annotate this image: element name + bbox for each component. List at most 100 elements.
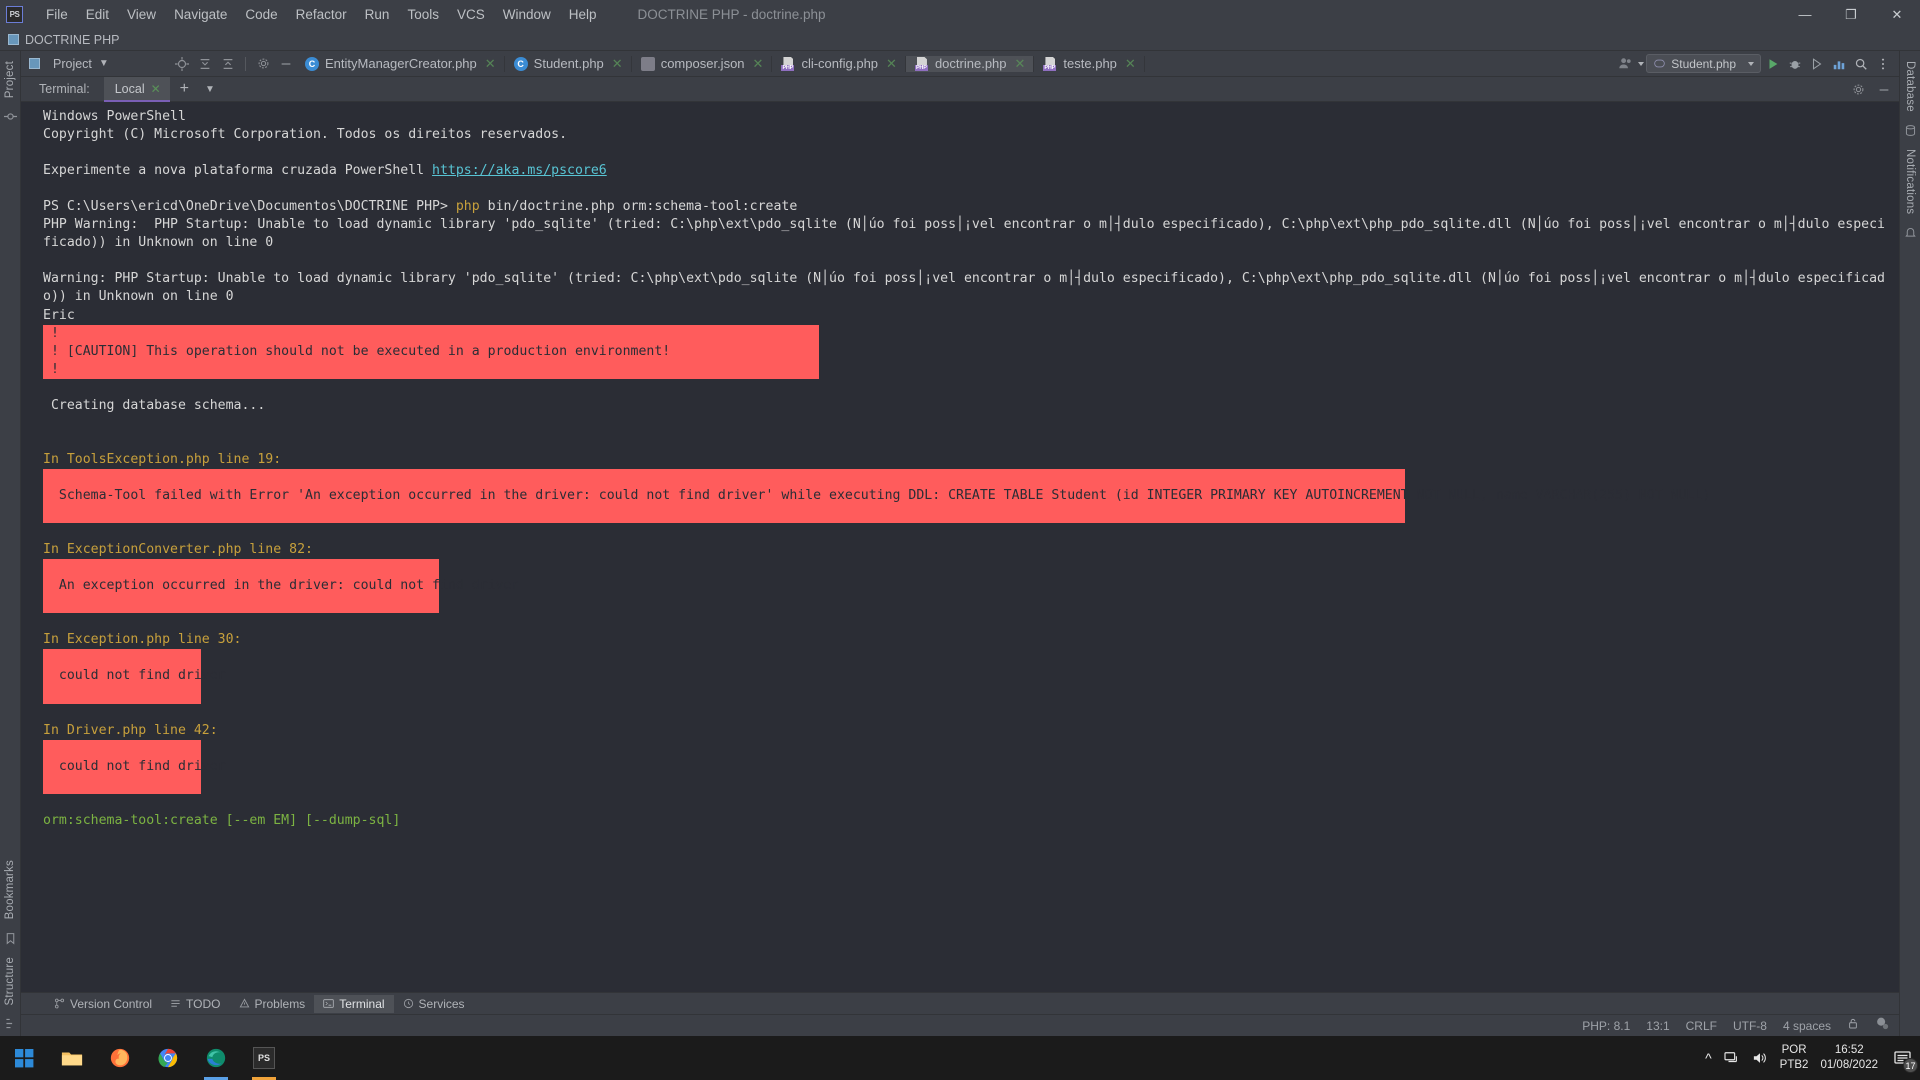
menu-item-window[interactable]: Window	[494, 4, 560, 25]
menu-item-vcs[interactable]: VCS	[448, 4, 494, 25]
menu-item-edit[interactable]: Edit	[77, 4, 118, 25]
editor-tab-strip: C EntityManagerCreator.php ✕ C Student.php ✕ c…	[296, 55, 1614, 72]
structure-icon[interactable]	[4, 1017, 17, 1030]
close-icon[interactable]: ✕	[886, 56, 897, 72]
sidebar-item-project[interactable]: Project	[2, 55, 18, 104]
hide-panel-icon[interactable]	[1875, 81, 1893, 99]
run-button[interactable]	[1763, 54, 1783, 74]
edge-icon[interactable]	[192, 1036, 240, 1080]
terminal-text: o)) in Unknown on line 0	[43, 289, 234, 305]
database-icon[interactable]	[1904, 124, 1917, 137]
close-icon[interactable]: ✕	[753, 56, 764, 72]
commit-icon[interactable]	[3, 110, 17, 123]
phpstorm-icon[interactable]: PS	[240, 1036, 288, 1080]
project-panel-label[interactable]: Project	[53, 57, 92, 71]
terminal-error-highlight	[43, 649, 202, 668]
tool-window-tab-terminal[interactable]: Terminal	[314, 994, 394, 1013]
tool-window-tab-todo[interactable]: TODO	[161, 995, 229, 1013]
account-chevron-icon[interactable]	[1638, 61, 1645, 66]
close-icon[interactable]: ✕	[1125, 56, 1136, 72]
profile-button[interactable]	[1829, 54, 1849, 74]
menu-item-code[interactable]: Code	[236, 4, 286, 25]
debug-button[interactable]	[1785, 54, 1805, 74]
close-icon[interactable]: ✕	[485, 56, 496, 72]
sidebar-item-database[interactable]: Database	[1902, 55, 1918, 118]
windows-taskbar: PS ^ POR PTB2 16:52 01/08/2022 17	[0, 1036, 1920, 1080]
editor-area: Project ▼ C EntityManagerCreator.php ✕ C Stu…	[21, 51, 1899, 1036]
hide-panel-icon[interactable]	[276, 54, 296, 74]
status-encoding[interactable]: UTF-8	[1733, 1019, 1767, 1033]
status-line-separator[interactable]: CRLF	[1686, 1019, 1717, 1033]
lock-icon[interactable]	[1847, 1017, 1859, 1035]
editor-tab-doctrine-php[interactable]: PHP doctrine.php ✕	[905, 55, 1035, 72]
sidebar-item-structure[interactable]: Structure	[2, 951, 18, 1011]
search-everywhere-button[interactable]	[1851, 54, 1871, 74]
keyboard-layout-indicator[interactable]: POR PTB2	[1780, 1043, 1809, 1073]
tool-window-tab-problems[interactable]: Problems	[230, 995, 315, 1013]
chevron-down-icon[interactable]: ▼	[99, 58, 109, 69]
editor-tab-entitymanagercreator-php[interactable]: C EntityManagerCreator.php ✕	[296, 55, 505, 72]
sidebar-item-bookmarks[interactable]: Bookmarks	[2, 854, 18, 925]
locate-icon[interactable]	[172, 54, 192, 74]
terminal-error-highlight: !	[43, 360, 820, 379]
editor-tab-composer-json[interactable]: composer.json ✕	[632, 55, 773, 72]
breadcrumb-project[interactable]: DOCTRINE PHP	[25, 33, 119, 47]
terminal-line: Experimente a nova plataforma cruzada Po…	[43, 162, 1899, 180]
terminal-sessions-dropdown-icon[interactable]: ▼	[199, 84, 221, 95]
coverage-button[interactable]	[1807, 54, 1827, 74]
editor-tab-student-php[interactable]: C Student.php ✕	[505, 55, 632, 72]
clock[interactable]: 16:52 01/08/2022	[1820, 1043, 1878, 1073]
minimize-button[interactable]: —	[1782, 0, 1828, 29]
project-toolbar-icons	[172, 54, 296, 74]
terminal-text: Experimente a nova plataforma cruzada Po…	[43, 163, 433, 179]
terminal-session-tab-local[interactable]: Local ✕	[103, 77, 170, 102]
tray-chevron-icon[interactable]: ^	[1705, 1050, 1712, 1066]
new-terminal-session-button[interactable]: +	[170, 80, 199, 98]
bell-icon[interactable]	[1904, 226, 1917, 239]
menu-item-file[interactable]: File	[37, 4, 77, 25]
menu-item-view[interactable]: View	[118, 4, 165, 25]
account-icon[interactable]	[1614, 53, 1636, 75]
menu-item-run[interactable]: Run	[356, 4, 399, 25]
menu-item-tools[interactable]: Tools	[398, 4, 448, 25]
status-caret-position[interactable]: 13:1	[1646, 1019, 1669, 1033]
terminal-line	[43, 559, 1899, 578]
expand-all-icon[interactable]	[218, 54, 238, 74]
tool-window-tab-services[interactable]: Services	[394, 995, 474, 1013]
close-icon[interactable]: ✕	[151, 82, 161, 96]
lang-bottom: PTB2	[1779, 1059, 1809, 1071]
bookmark-icon[interactable]	[4, 932, 17, 945]
close-icon[interactable]: ✕	[612, 56, 623, 72]
notification-center-icon[interactable]: 17	[1890, 1045, 1918, 1073]
terminal-output[interactable]: Windows PowerShell Copyright (C) Microsof…	[21, 102, 1899, 992]
file-explorer-icon[interactable]	[48, 1036, 96, 1080]
terminal-text: In ToolsException.php line 19:	[43, 451, 282, 467]
editor-tab-cli-config-php[interactable]: PHP cli-config.php ✕	[772, 55, 906, 72]
menu-item-refactor[interactable]: Refactor	[287, 4, 356, 25]
terminal-link[interactable]: https://aka.ms/pscore6	[432, 163, 607, 178]
maximize-button[interactable]: ❐	[1828, 0, 1874, 29]
menu-item-navigate[interactable]: Navigate	[165, 4, 236, 25]
status-php-version[interactable]: PHP: 8.1	[1582, 1019, 1630, 1033]
close-button[interactable]: ✕	[1874, 0, 1920, 29]
status-indent[interactable]: 4 spaces	[1783, 1019, 1831, 1033]
collapse-all-icon[interactable]	[195, 54, 215, 74]
windows-start-icon[interactable]	[0, 1036, 48, 1080]
sidebar-item-notifications[interactable]: Notifications	[1902, 143, 1918, 220]
firefox-icon[interactable]	[96, 1036, 144, 1080]
volume-icon[interactable]	[1752, 1051, 1768, 1065]
gear-icon[interactable]	[1849, 81, 1867, 99]
chrome-icon[interactable]	[144, 1036, 192, 1080]
editor-tab-teste-php[interactable]: PHP teste.php ✕	[1034, 55, 1145, 72]
gear-icon[interactable]	[253, 54, 273, 74]
tool-window-tab-version-control[interactable]: Version Control	[45, 995, 161, 1013]
close-icon[interactable]: ✕	[1015, 56, 1026, 72]
menu-item-help[interactable]: Help	[560, 4, 606, 25]
terminal-error-highlight: Schema-Tool failed with Error 'An except…	[43, 486, 1710, 506]
more-options-button[interactable]	[1873, 54, 1893, 74]
inspection-icon[interactable]	[1875, 1016, 1889, 1035]
network-icon[interactable]	[1724, 1051, 1740, 1065]
run-configuration-selector[interactable]: Student.php	[1646, 54, 1761, 73]
